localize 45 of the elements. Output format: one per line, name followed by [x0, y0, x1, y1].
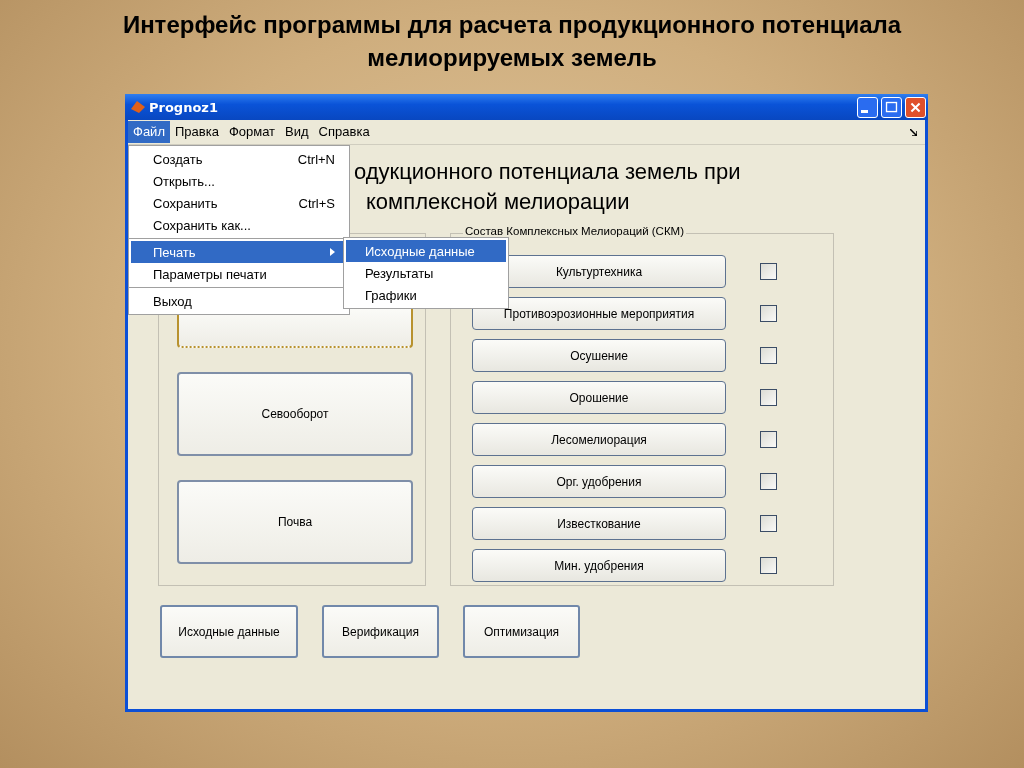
menu-item[interactable]: Правка: [169, 121, 224, 143]
menu-option[interactable]: Параметры печати: [131, 263, 347, 285]
measure-button[interactable]: Известкование: [472, 507, 726, 540]
app-icon: [130, 99, 146, 115]
measure-button[interactable]: Мин. удобрения: [472, 549, 726, 582]
action-button[interactable]: Исходные данные: [160, 605, 298, 658]
function-button[interactable]: Почва: [177, 480, 413, 564]
action-button[interactable]: Верификация: [322, 605, 439, 658]
action-button[interactable]: Оптимизация: [463, 605, 580, 658]
checkbox[interactable]: [760, 515, 777, 532]
window-title: Prognoz1: [149, 99, 218, 115]
dock-arrow-icon[interactable]: [910, 128, 917, 136]
checkbox[interactable]: [760, 305, 777, 322]
minimize-button[interactable]: [857, 96, 878, 118]
maximize-button[interactable]: [881, 96, 902, 118]
checkbox[interactable]: [760, 389, 777, 406]
menu-item[interactable]: Справка: [313, 121, 375, 143]
minimize-icon: [861, 110, 868, 113]
measure-button[interactable]: Орошение: [472, 381, 726, 414]
submenu-arrow-icon: [330, 248, 335, 256]
menu-option[interactable]: Сохранить как...: [131, 214, 347, 236]
slide-title: мелиорируемых земель: [366, 43, 658, 73]
checkbox[interactable]: [760, 473, 777, 490]
measure-button[interactable]: Лесомелиорация: [472, 423, 726, 456]
checkbox[interactable]: [760, 263, 777, 280]
menu-item[interactable]: Вид: [280, 121, 314, 143]
menu-item[interactable]: Формат: [223, 121, 281, 143]
form-heading: комплексной мелиорации: [366, 188, 630, 216]
measure-button[interactable]: Осушение: [472, 339, 726, 372]
checkbox[interactable]: [760, 557, 777, 574]
close-button[interactable]: [905, 96, 926, 118]
menu-option[interactable]: Создать Ctrl+N: [131, 148, 347, 170]
menu-option[interactable]: Выход: [131, 290, 347, 312]
measure-button[interactable]: Орг. удобрения: [472, 465, 726, 498]
checkbox[interactable]: [760, 431, 777, 448]
panel-legend: Состав Комплексных Мелиораций (СКМ): [463, 225, 686, 237]
menu-option[interactable]: Исходные данные: [346, 240, 506, 262]
menu-option[interactable]: Открыть...: [131, 170, 347, 192]
menu-item[interactable]: Файл: [128, 121, 170, 143]
menu-option[interactable]: Сохранить Ctrl+S: [131, 192, 347, 214]
measure-button[interactable]: Противоэрозионные мероприятия: [472, 297, 726, 330]
form-heading: одукционного потенциала земель при: [354, 158, 741, 186]
function-button[interactable]: Севооборот: [177, 372, 413, 456]
checkbox[interactable]: [760, 347, 777, 364]
slide-title: Интерфейс программы для расчета продукционного потенциала: [121, 10, 903, 40]
